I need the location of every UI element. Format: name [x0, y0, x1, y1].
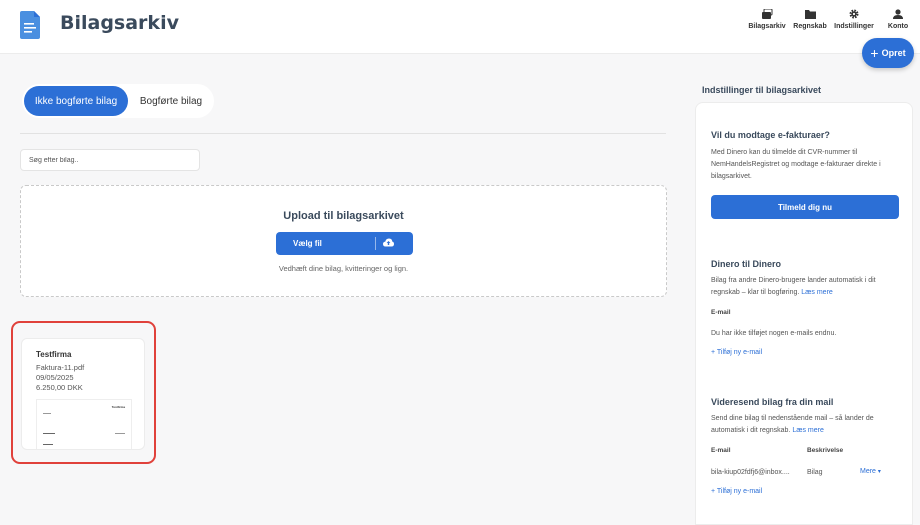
nav-label: Konto [887, 23, 909, 30]
preview-line [43, 449, 127, 450]
forward-col-email: E-mail [711, 447, 731, 454]
tab-bar: Ikke bogførte bilag Bogførte bilag [22, 84, 214, 118]
dinero-text: Bilag fra andre Dinero-brugere lander au… [711, 275, 903, 299]
tab-ikke-bogforte[interactable]: Ikke bogførte bilag [24, 86, 128, 116]
nav-indstillinger[interactable]: Indstillinger [834, 9, 874, 30]
forward-text: Send dine bilag til nedenstående mail – … [711, 413, 903, 437]
document-amount: 6.250,00 DKK [36, 383, 83, 392]
preview-line [43, 433, 55, 434]
subscribe-button[interactable]: Tilmeld dig nu [711, 195, 899, 219]
plus-icon: + [870, 45, 879, 61]
nav-bilagsarkiv[interactable]: Bilagsarkiv [748, 9, 786, 30]
upload-hint: Vedhæft dine bilag, kvitteringer og lign… [278, 264, 409, 273]
dinero-email-label: E-mail [711, 309, 731, 316]
forward-row-email: bila-kiup02fdfj6@inbox.... [711, 469, 790, 476]
einvoice-title: Vil du modtage e-fakturaer? [711, 130, 830, 140]
app-title: Bilagsarkiv [60, 12, 179, 34]
dinero-description: Bilag fra andre Dinero-brugere lander au… [711, 277, 876, 296]
choose-file-label: Vælg fil [293, 239, 322, 248]
preview-line [115, 433, 125, 434]
create-button[interactable]: + Opret [862, 38, 914, 68]
document-logo-icon [20, 11, 40, 39]
document-card[interactable]: Testfirma Faktura-11.pdf 09/05/2025 6.25… [21, 338, 145, 450]
archive-icon [761, 9, 772, 19]
upload-title: Upload til bilagsarkivet [283, 210, 404, 222]
folder-icon [804, 10, 816, 19]
sidebar-panel: Vil du modtage e-fakturaer? Med Dinero k… [695, 102, 913, 525]
dinero-add-email-link[interactable]: + Tilføj ny e-mail [711, 349, 762, 356]
document-company: Testfirma [36, 350, 72, 359]
forward-col-description: Beskrivelse [807, 447, 844, 454]
gear-icon [849, 9, 859, 19]
divider [20, 133, 666, 134]
upload-dropzone[interactable]: Upload til bilagsarkivet Vælg fil Vedhæf… [20, 185, 667, 297]
tab-bogforte[interactable]: Bogførte bilag [130, 86, 212, 116]
preview-line [43, 444, 53, 445]
top-header: Bilagsarkiv Bilagsarkiv Regnskab Indstil… [0, 0, 920, 54]
forward-add-email-link[interactable]: + Tilføj ny e-mail [711, 488, 762, 495]
document-preview-thumbnail: Testfirma [36, 399, 132, 450]
dinero-read-more-link[interactable]: Læs mere [801, 289, 833, 296]
more-label: Mere [860, 468, 876, 475]
search-input[interactable] [20, 149, 200, 171]
forward-title: Videresend bilag fra din mail [711, 397, 834, 407]
sidebar-heading: Indstillinger til bilagsarkivet [702, 85, 822, 95]
dinero-title: Dinero til Dinero [711, 259, 782, 269]
chevron-down-icon: ▾ [877, 469, 881, 475]
nav-label: Indstillinger [834, 23, 874, 30]
dinero-empty-text: Du har ikke tilføjet nogen e-mails endnu… [711, 330, 837, 337]
document-filename: Faktura-11.pdf [36, 363, 85, 372]
nav-label: Regnskab [793, 23, 827, 30]
choose-file-button[interactable]: Vælg fil [276, 232, 413, 255]
more-dropdown[interactable]: Mere ▾ [860, 468, 881, 475]
create-button-label: Opret [881, 48, 906, 58]
user-icon [893, 9, 903, 19]
nav-label: Bilagsarkiv [748, 23, 786, 30]
preview-title: Testfirma [111, 405, 125, 409]
document-date: 09/05/2025 [36, 373, 74, 382]
forward-row-description: Bilag [807, 469, 823, 476]
nav-regnskab[interactable]: Regnskab [792, 9, 828, 30]
nav-konto[interactable]: Konto [880, 9, 916, 30]
cloud-upload-icon [383, 238, 394, 247]
preview-line [43, 413, 51, 414]
forward-read-more-link[interactable]: Læs mere [792, 427, 824, 434]
einvoice-text: Med Dinero kan du tilmelde dit CVR-numme… [711, 149, 881, 180]
button-separator [375, 237, 376, 250]
